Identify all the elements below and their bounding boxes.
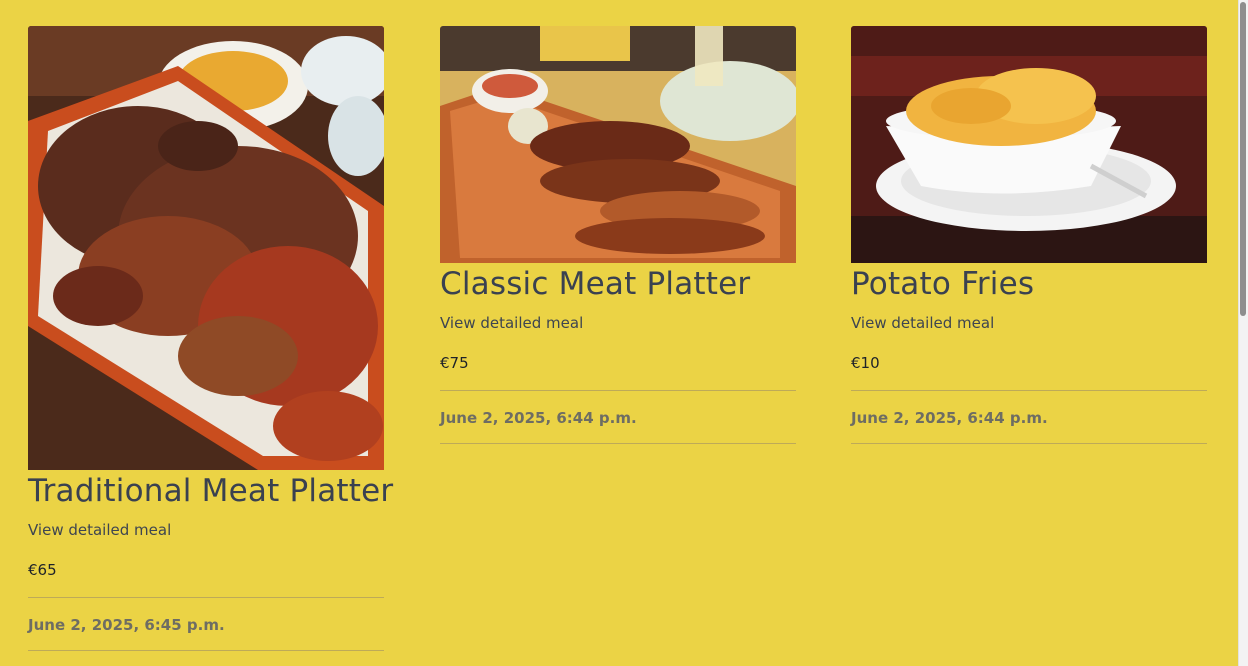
- meal-image[interactable]: [851, 26, 1207, 263]
- view-meal-link[interactable]: View detailed meal: [28, 521, 171, 539]
- meal-card: Classic Meat Platter View detailed meal …: [440, 26, 796, 444]
- fries-bowl-image: [851, 26, 1207, 263]
- meal-image[interactable]: [28, 26, 384, 470]
- divider: [851, 442, 1207, 444]
- divider: [28, 649, 384, 651]
- meal-title: Traditional Meat Platter: [28, 473, 394, 509]
- view-meal-link[interactable]: View detailed meal: [851, 314, 994, 332]
- divider: [28, 596, 384, 598]
- meal-price: €75: [440, 353, 469, 372]
- divider: [440, 442, 796, 444]
- meal-date: June 2, 2025, 6:44 p.m.: [440, 408, 637, 427]
- view-meal-link[interactable]: View detailed meal: [440, 314, 583, 332]
- meal-date: June 2, 2025, 6:45 p.m.: [28, 615, 225, 634]
- meal-title: Classic Meat Platter: [440, 266, 751, 302]
- vertical-scrollbar[interactable]: [1238, 0, 1248, 666]
- meal-card: Potato Fries View detailed meal €10 June…: [851, 26, 1207, 444]
- divider: [851, 389, 1207, 391]
- scrollbar-thumb[interactable]: [1240, 2, 1246, 316]
- meal-list-page: Traditional Meat Platter View detailed m…: [0, 0, 1248, 666]
- meat-platter-image: [28, 26, 384, 470]
- meal-price: €65: [28, 560, 57, 579]
- divider: [440, 389, 796, 391]
- grilled-meat-board-image: [440, 26, 796, 263]
- meal-title: Potato Fries: [851, 266, 1035, 302]
- meal-price: €10: [851, 353, 880, 372]
- meal-image[interactable]: [440, 26, 796, 263]
- meal-card: Traditional Meat Platter View detailed m…: [28, 26, 394, 651]
- meal-date: June 2, 2025, 6:44 p.m.: [851, 408, 1048, 427]
